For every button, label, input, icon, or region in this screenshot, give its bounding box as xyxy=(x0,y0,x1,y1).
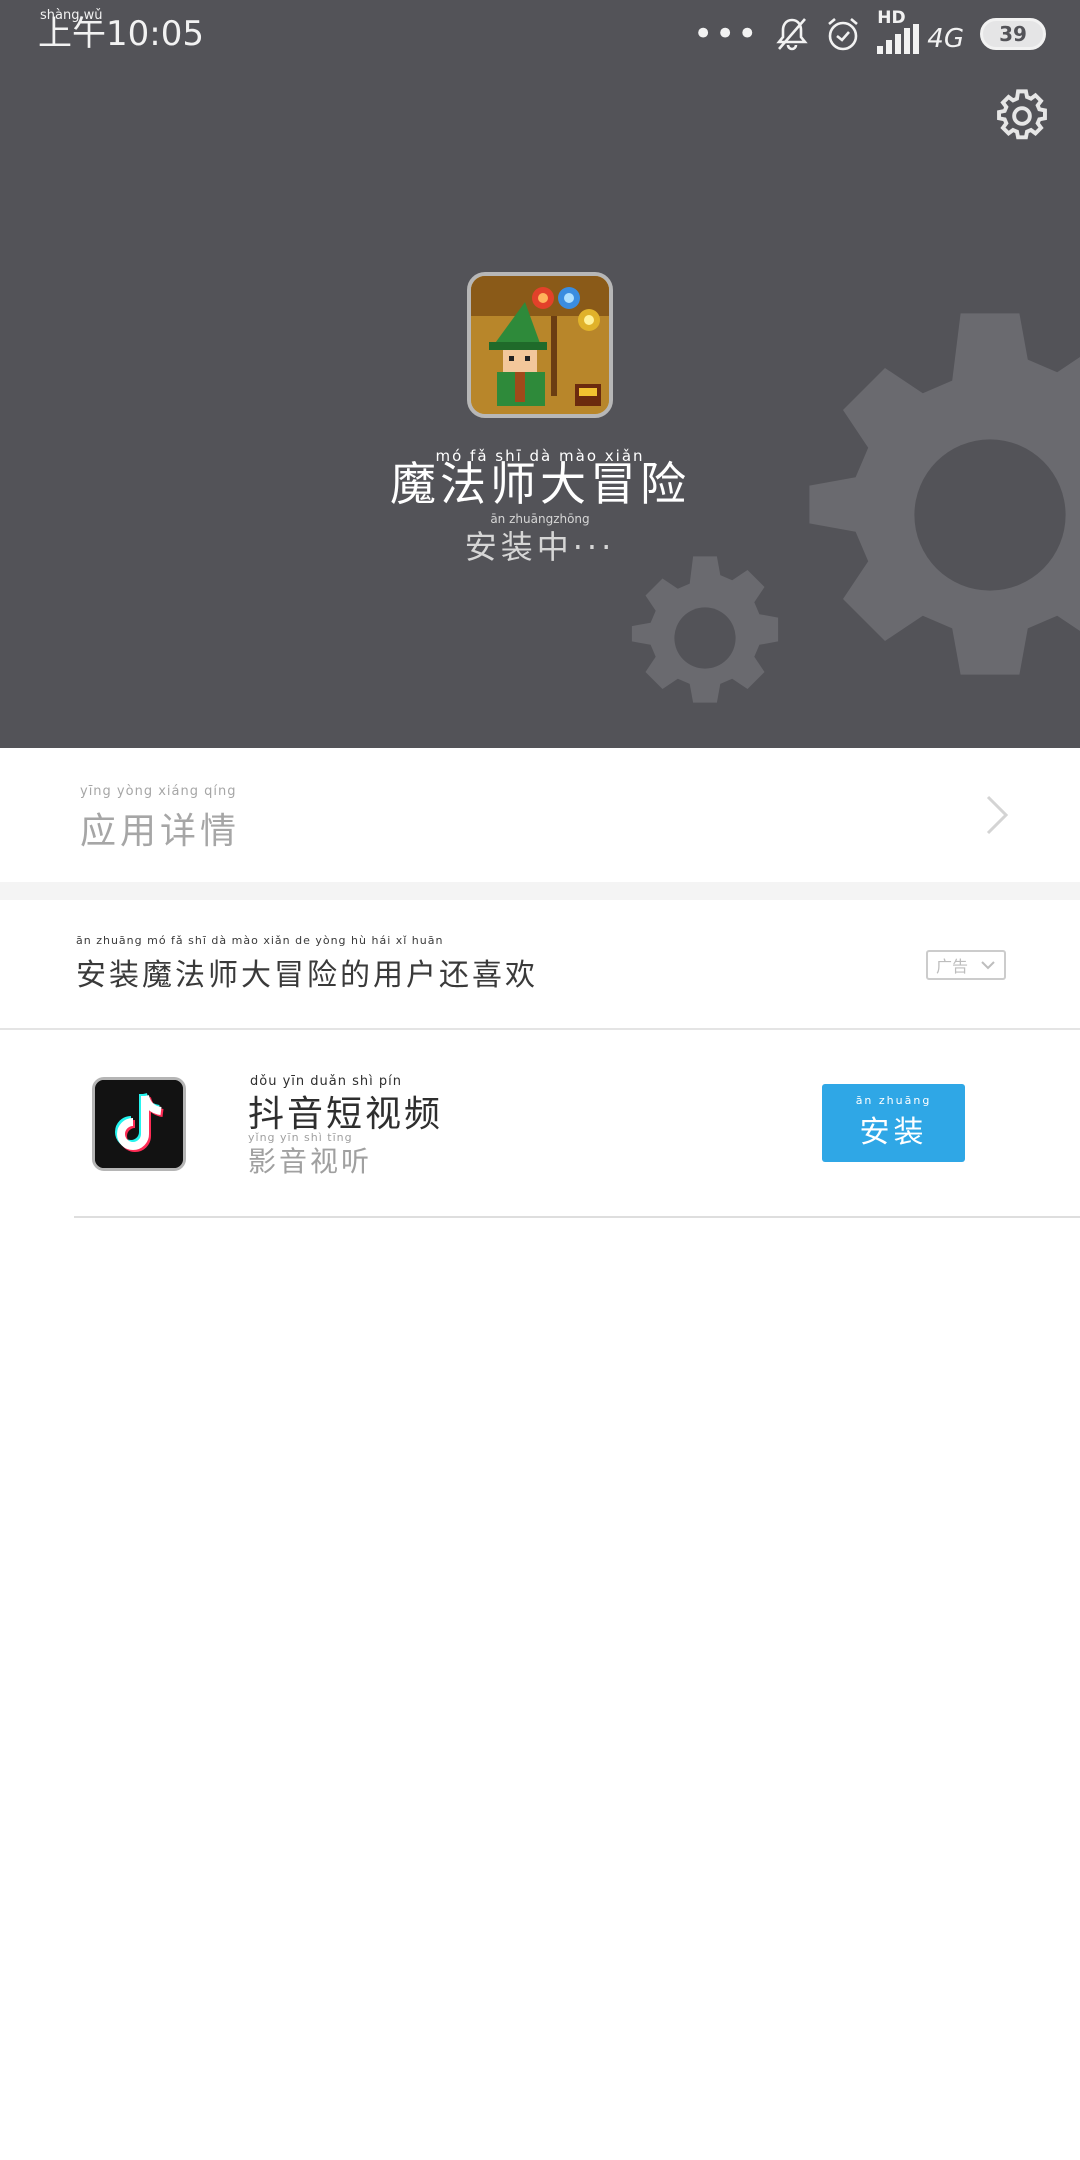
list-divider xyxy=(74,1216,1080,1218)
chevron-down-icon xyxy=(981,961,995,970)
install-button-pinyin: ān zhuāng xyxy=(855,1094,932,1107)
recommended-app-category: 影音视听 xyxy=(248,1145,373,1178)
recommendations-title: 安装魔法师大冒险的用户还喜欢 xyxy=(76,958,538,993)
status-bar: shàng wǔ 上午10:05 ••• HD 4G 39 xyxy=(0,0,1080,70)
app-details-label: 应用详情 xyxy=(80,811,241,852)
signal-bars-icon xyxy=(877,24,920,54)
signal-indicator: HD 4G xyxy=(877,8,964,54)
recommended-app-name: 抖音短视频 xyxy=(248,1094,444,1135)
ad-label: 广告 xyxy=(936,957,969,976)
recommendations-title-pinyin: ān zhuāng mó fǎ shī dà mào xiǎn de yòng … xyxy=(76,934,444,947)
network-type: 4G xyxy=(927,24,964,54)
more-notifications-icon: ••• xyxy=(693,14,760,54)
chevron-right-icon xyxy=(986,795,1009,835)
bell-muted-icon xyxy=(776,18,809,51)
tiktok-note-icon xyxy=(95,1080,183,1168)
recommended-app-item[interactable]: dǒu yīn duǎn shì pín 抖音短视频 yǐng yīn shì … xyxy=(0,1030,1080,1218)
status-time: shàng wǔ 上午10:05 xyxy=(38,8,204,56)
background-gear-small-icon xyxy=(631,556,779,703)
app-install-header: shàng wǔ 上午10:05 ••• HD 4G 39 mó fǎ shī … xyxy=(0,0,1080,748)
status-icons: ••• HD 4G 39 xyxy=(693,8,1046,54)
app-details-pinyin: yīng yòng xiáng qíng xyxy=(80,784,237,799)
app-name: 魔法师大冒险 xyxy=(390,457,690,511)
settings-gear-icon[interactable] xyxy=(994,88,1050,144)
battery-icon: 39 xyxy=(980,18,1046,50)
battery-level: 39 xyxy=(999,22,1027,46)
install-button[interactable]: ān zhuāng 安装 xyxy=(822,1084,965,1162)
recommendations-header: ān zhuāng mó fǎ shī dà mào xiǎn de yòng … xyxy=(0,900,1080,1030)
wizard-game-icon xyxy=(471,276,609,414)
tiktok-app-icon xyxy=(92,1077,186,1171)
status-time-pinyin: shàng wǔ xyxy=(40,8,103,23)
section-divider xyxy=(0,882,1080,900)
app-details-row[interactable]: yīng yòng xiáng qíng 应用详情 xyxy=(0,748,1080,882)
ad-badge[interactable]: 广告 xyxy=(926,950,1006,980)
app-icon-wizard xyxy=(467,272,613,418)
install-button-label: 安装 xyxy=(859,1115,928,1150)
hd-label: HD xyxy=(877,8,906,28)
install-status: 安装中··· xyxy=(464,528,616,566)
alarm-icon xyxy=(828,18,859,51)
